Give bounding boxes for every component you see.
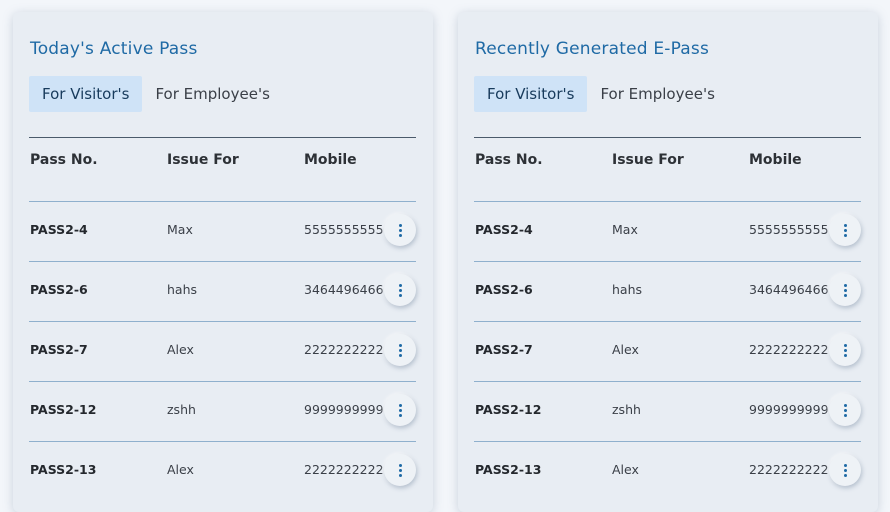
- column-mobile: Mobile: [304, 152, 357, 168]
- table-row: PASS2-6 hahs 3464496466: [29, 261, 416, 321]
- pass-number: PASS2-7: [30, 342, 88, 357]
- more-vertical-icon[interactable]: [829, 214, 861, 246]
- tab-visitors[interactable]: For Visitor's: [29, 76, 143, 112]
- card-title: Today's Active Pass: [30, 39, 198, 59]
- card-title: Recently Generated E-Pass: [475, 39, 710, 59]
- tab-employees[interactable]: For Employee's: [587, 76, 727, 112]
- pass-number: PASS2-12: [30, 402, 97, 417]
- table-row: PASS2-13 Alex 2222222222: [29, 441, 416, 501]
- column-pass-no: Pass No.: [475, 152, 543, 168]
- mobile-number: 2222222222: [749, 462, 829, 477]
- issue-for: Alex: [612, 462, 639, 477]
- issue-for: zshh: [167, 402, 196, 417]
- table-header: Pass No. Issue For Mobile: [475, 152, 861, 182]
- table-row: PASS2-7 Alex 2222222222: [474, 321, 861, 381]
- mobile-number: 2222222222: [749, 342, 829, 357]
- pass-number: PASS2-4: [30, 222, 88, 237]
- mobile-number: 9999999999: [749, 402, 829, 417]
- column-issue-for: Issue For: [612, 152, 684, 168]
- more-vertical-icon[interactable]: [829, 394, 861, 426]
- more-vertical-icon[interactable]: [384, 334, 416, 366]
- pass-number: PASS2-4: [475, 222, 533, 237]
- issue-for: hahs: [612, 282, 643, 297]
- column-mobile: Mobile: [749, 152, 802, 168]
- column-issue-for: Issue For: [167, 152, 239, 168]
- pass-number: PASS2-12: [475, 402, 542, 417]
- pass-number: PASS2-6: [30, 282, 88, 297]
- pass-number: PASS2-7: [475, 342, 533, 357]
- more-vertical-icon[interactable]: [829, 334, 861, 366]
- mobile-number: 5555555555: [304, 222, 384, 237]
- mobile-number: 9999999999: [304, 402, 384, 417]
- issue-for: Alex: [167, 342, 194, 357]
- issue-for: Max: [167, 222, 193, 237]
- more-vertical-icon[interactable]: [384, 454, 416, 486]
- mobile-number: 3464496466: [304, 282, 384, 297]
- mobile-number: 2222222222: [304, 342, 384, 357]
- todays-active-pass-card: Today's Active Pass For Visitor's For Em…: [13, 12, 433, 512]
- table-header: Pass No. Issue For Mobile: [30, 152, 416, 182]
- recently-generated-epass-card: Recently Generated E-Pass For Visitor's …: [458, 12, 878, 512]
- issue-for: Alex: [612, 342, 639, 357]
- pass-number: PASS2-6: [475, 282, 533, 297]
- table-row: PASS2-13 Alex 2222222222: [474, 441, 861, 501]
- tab-visitors[interactable]: For Visitor's: [474, 76, 588, 112]
- table-row: PASS2-7 Alex 2222222222: [29, 321, 416, 381]
- pass-table-body: PASS2-4 Max 5555555555 PASS2-6 hahs 3464…: [474, 201, 861, 501]
- table-row: PASS2-12 zshh 9999999999: [29, 381, 416, 441]
- issue-for: Alex: [167, 462, 194, 477]
- pass-table-body: PASS2-4 Max 5555555555 PASS2-6 hahs 3464…: [29, 201, 416, 501]
- table-row: PASS2-4 Max 5555555555: [29, 201, 416, 261]
- table-header-divider: [29, 137, 416, 138]
- more-vertical-icon[interactable]: [829, 454, 861, 486]
- more-vertical-icon[interactable]: [829, 274, 861, 306]
- more-vertical-icon[interactable]: [384, 274, 416, 306]
- issue-for: hahs: [167, 282, 198, 297]
- more-vertical-icon[interactable]: [384, 214, 416, 246]
- pass-type-tabs: For Visitor's For Employee's: [29, 76, 283, 112]
- mobile-number: 3464496466: [749, 282, 829, 297]
- mobile-number: 5555555555: [749, 222, 829, 237]
- issue-for: Max: [612, 222, 638, 237]
- table-row: PASS2-4 Max 5555555555: [474, 201, 861, 261]
- pass-number: PASS2-13: [30, 462, 97, 477]
- table-row: PASS2-12 zshh 9999999999: [474, 381, 861, 441]
- table-row: PASS2-6 hahs 3464496466: [474, 261, 861, 321]
- column-pass-no: Pass No.: [30, 152, 98, 168]
- pass-type-tabs: For Visitor's For Employee's: [474, 76, 728, 112]
- pass-number: PASS2-13: [475, 462, 542, 477]
- table-header-divider: [474, 137, 861, 138]
- tab-employees[interactable]: For Employee's: [142, 76, 282, 112]
- mobile-number: 2222222222: [304, 462, 384, 477]
- more-vertical-icon[interactable]: [384, 394, 416, 426]
- issue-for: zshh: [612, 402, 641, 417]
